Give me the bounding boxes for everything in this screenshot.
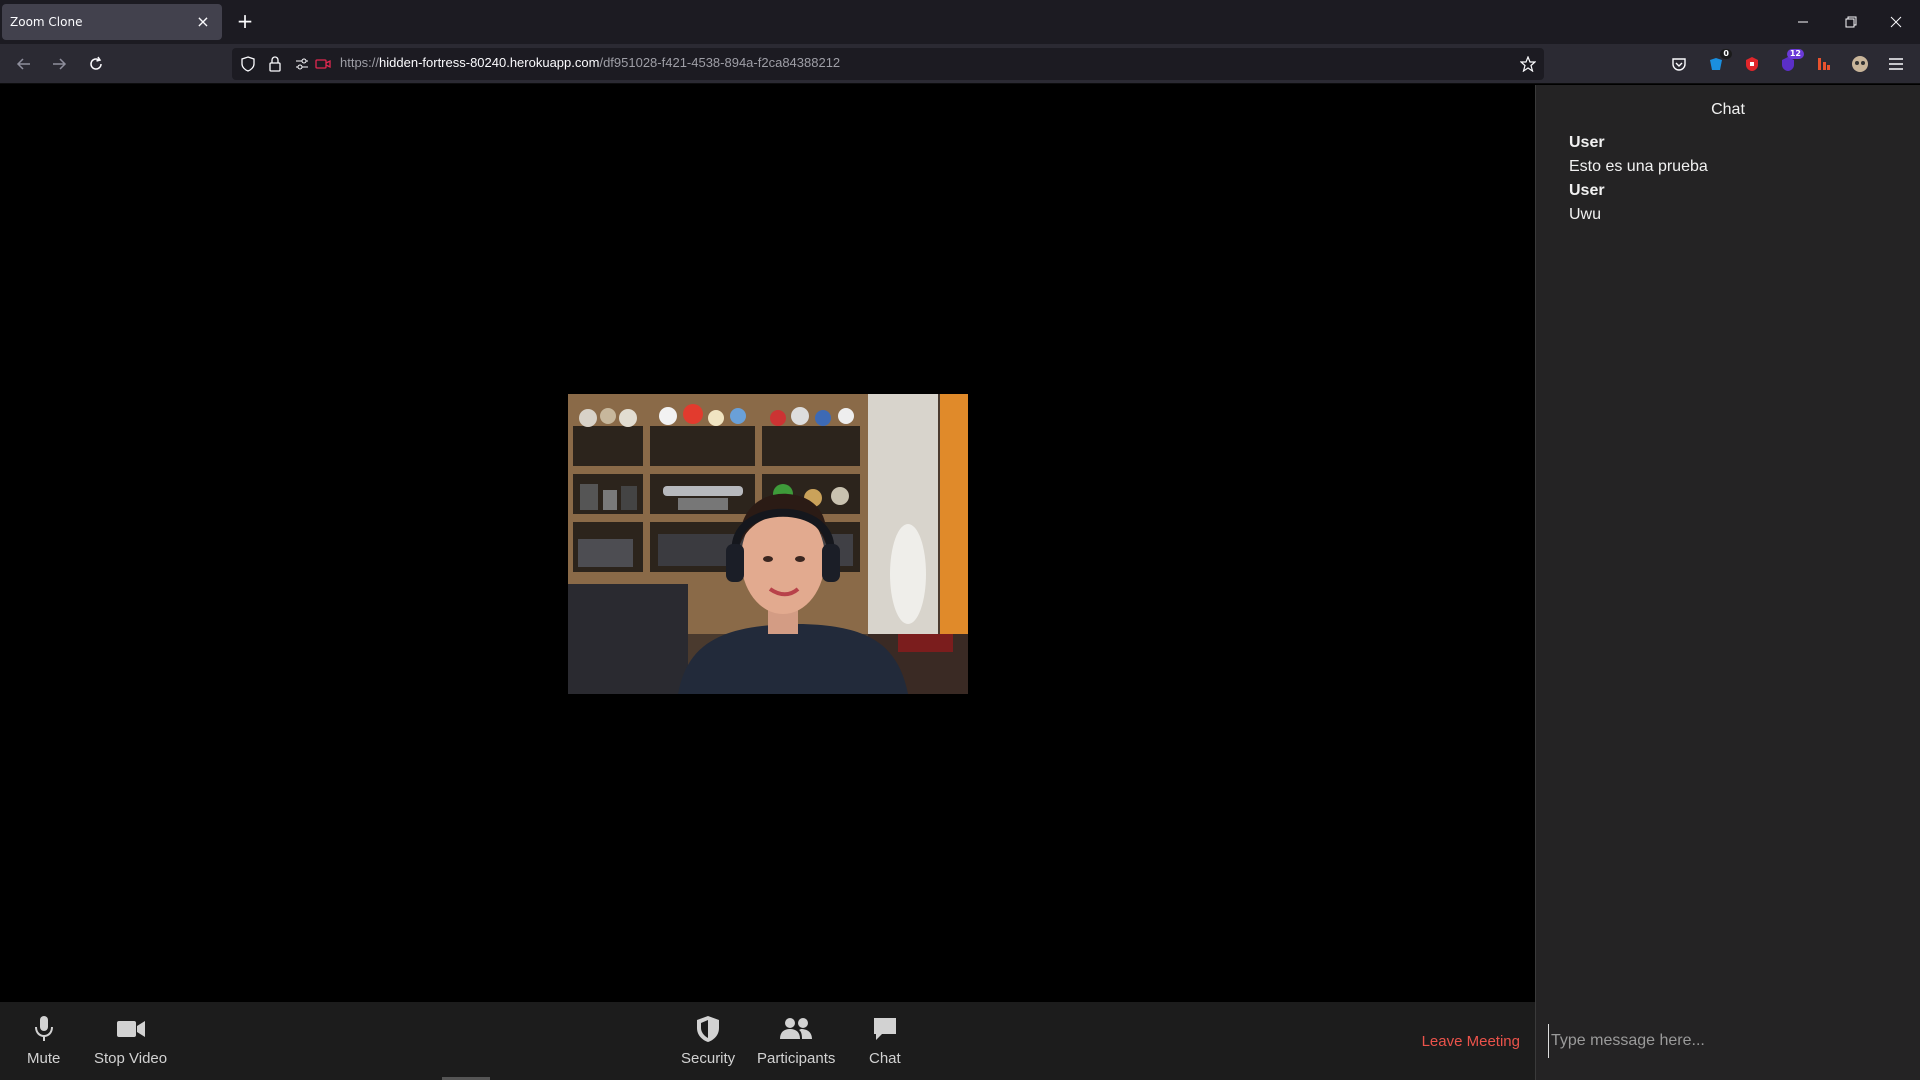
- url-text[interactable]: https://hidden-fortress-80240.herokuapp.…: [340, 55, 840, 70]
- chat-button[interactable]: Chat: [869, 1014, 901, 1067]
- chat-message-input[interactable]: [1548, 1024, 1908, 1058]
- close-window-icon[interactable]: [1881, 8, 1911, 36]
- chat-input-area: [1536, 1002, 1920, 1080]
- webcam-frame: [568, 394, 968, 694]
- leave-meeting-button[interactable]: Leave Meeting: [1422, 1033, 1520, 1050]
- url-bar[interactable]: https://hidden-fortress-80240.herokuapp.…: [232, 48, 1544, 80]
- chat-message: User Uwu: [1569, 179, 1899, 227]
- mute-button[interactable]: Mute: [27, 1014, 60, 1067]
- profile-avatar-icon[interactable]: [1850, 54, 1870, 74]
- lock-icon[interactable]: [267, 56, 283, 72]
- participant-video: [568, 394, 968, 694]
- meeting-controls-bar: Mute Stop Video Security Participants Ch…: [0, 1002, 1535, 1080]
- new-tab-icon[interactable]: +: [234, 10, 256, 32]
- message-text: Uwu: [1569, 206, 1602, 223]
- browser-tab-bar: Zoom Clone × +: [0, 0, 1920, 44]
- chat-title: Chat: [1711, 101, 1745, 118]
- extension-badge-count: 0: [1720, 49, 1732, 59]
- chat-bubble-icon: [872, 1014, 898, 1044]
- restore-window-icon[interactable]: [1836, 8, 1866, 36]
- stop-video-label: Stop Video: [94, 1050, 168, 1067]
- permissions-icon[interactable]: [294, 56, 310, 72]
- extension-orange-icon[interactable]: [1814, 54, 1834, 74]
- video-camera-icon: [116, 1014, 146, 1044]
- camera-in-use-icon[interactable]: [315, 56, 331, 72]
- browser-tab[interactable]: Zoom Clone ×: [2, 4, 222, 40]
- tab-title: Zoom Clone: [10, 15, 83, 29]
- extension-purple-icon[interactable]: 12: [1778, 49, 1804, 74]
- stop-video-button[interactable]: Stop Video: [94, 1014, 167, 1067]
- chat-label: Chat: [869, 1050, 901, 1067]
- close-tab-icon[interactable]: ×: [194, 13, 212, 31]
- forward-arrow-icon[interactable]: [47, 52, 71, 76]
- participants-button[interactable]: Participants: [757, 1014, 835, 1067]
- browser-nav-bar: https://hidden-fortress-80240.herokuapp.…: [0, 44, 1920, 84]
- extension-badge-count: 12: [1786, 49, 1804, 59]
- bookmark-star-icon[interactable]: [1520, 56, 1536, 72]
- security-label: Security: [681, 1050, 736, 1067]
- mute-label: Mute: [27, 1050, 61, 1067]
- message-author: User: [1569, 182, 1605, 199]
- chat-message: User Esto es una prueba: [1569, 131, 1899, 179]
- security-button[interactable]: Security: [681, 1014, 735, 1067]
- participants-icon: [779, 1014, 813, 1044]
- url-host: hidden-fortress-80240.herokuapp.com: [379, 55, 600, 70]
- microphone-icon: [34, 1014, 54, 1044]
- back-arrow-icon[interactable]: [12, 52, 36, 76]
- chat-panel: Chat User Esto es una prueba User Uwu: [1535, 85, 1920, 1080]
- message-author: User: [1569, 134, 1605, 151]
- tracking-protection-shield-icon[interactable]: [240, 56, 256, 72]
- chat-messages: User Esto es una prueba User Uwu: [1569, 131, 1899, 227]
- video-grid: [0, 85, 1535, 1080]
- url-scheme: https://: [340, 55, 380, 70]
- pocket-icon[interactable]: [1669, 54, 1689, 74]
- message-text: Esto es una prueba: [1569, 158, 1708, 175]
- extension-blue-icon[interactable]: 0: [1706, 49, 1732, 74]
- url-path: /df951028-f421-4538-894a-f2ca84388212: [599, 55, 841, 70]
- shield-icon: [696, 1014, 720, 1044]
- extension-red-icon[interactable]: [1742, 54, 1762, 74]
- participants-label: Participants: [757, 1050, 836, 1067]
- minimize-window-icon[interactable]: [1788, 8, 1818, 36]
- menu-hamburger-icon[interactable]: [1886, 54, 1906, 74]
- reload-icon[interactable]: [84, 52, 108, 76]
